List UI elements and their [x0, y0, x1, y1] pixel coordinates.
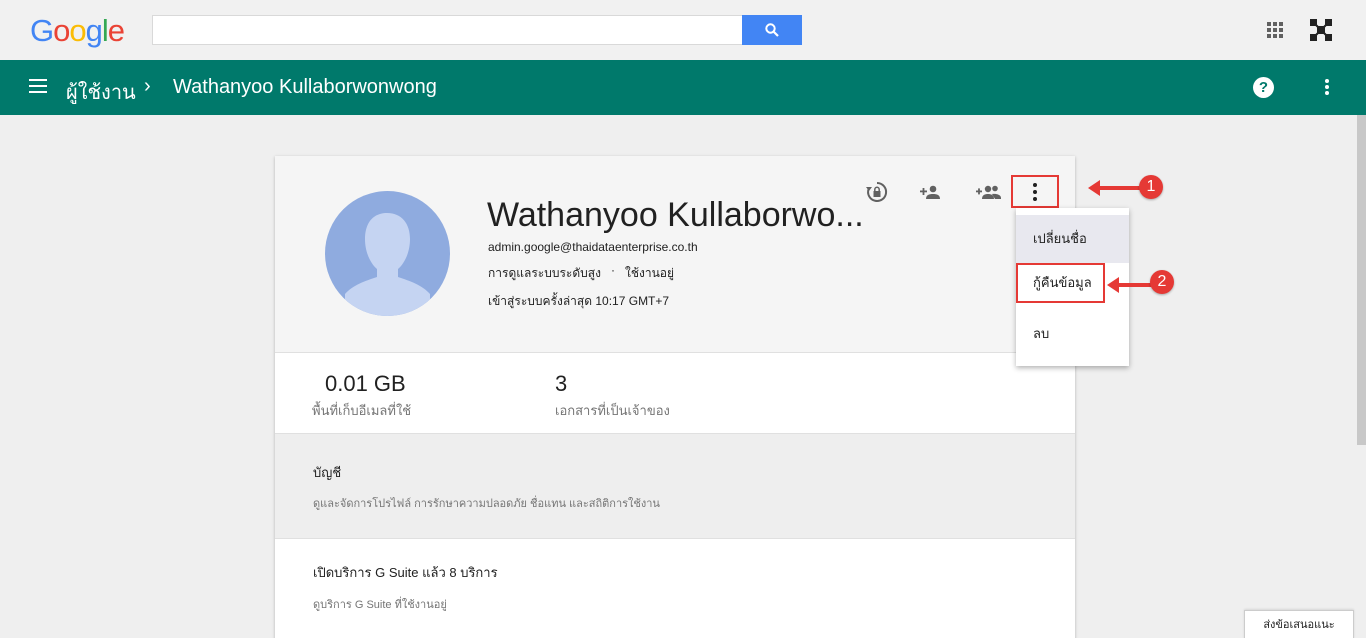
user-role[interactable]: การดูแลระบบระดับสูง [488, 264, 601, 283]
search-button[interactable] [742, 15, 802, 45]
add-to-groups-icon[interactable] [975, 180, 1003, 204]
menu-item-rename[interactable]: เปลี่ยนชื่อ [1016, 215, 1129, 263]
annotation-badge-1: 1 [1139, 175, 1163, 199]
scrollbar-thumb[interactable] [1357, 115, 1366, 445]
person-silhouette-icon [345, 213, 430, 316]
scrollbar[interactable] [1355, 115, 1366, 638]
account-section-title: บัญชี [313, 465, 342, 480]
annotation-arrow-2 [1107, 277, 1151, 293]
stat-email-storage-label: พื้นที่เก็บอีเมลที่ใช้ [312, 403, 412, 418]
add-to-group-icon[interactable] [919, 180, 943, 204]
breadcrumb-users[interactable]: ผู้ใช้งาน [66, 76, 136, 108]
logo-letter: g [85, 13, 103, 48]
google-logo[interactable]: Google [30, 13, 125, 49]
help-icon[interactable]: ? [1253, 77, 1274, 98]
annotation-badge-2: 2 [1150, 270, 1174, 294]
separator-dot: · [611, 263, 615, 277]
logo-letter: o [53, 13, 70, 48]
account-section[interactable]: บัญชี ดูและจัดการโปรไฟล์ การรักษาความปลอ… [275, 433, 1075, 538]
top-bar: Google [0, 0, 1366, 60]
search-icon [765, 23, 779, 37]
annotation-arrow-1 [1088, 180, 1140, 196]
logo-letter: G [30, 13, 54, 48]
user-status: ใช้งานอยู่ [625, 266, 675, 280]
menu-item-restore-data[interactable]: กู้คืนข้อมูล [1016, 263, 1105, 303]
search-input[interactable] [153, 16, 743, 44]
chevron-right-icon: › [144, 75, 151, 97]
gsuite-section-title: เปิดบริการ G Suite แล้ว 8 บริการ [313, 565, 498, 580]
stat-documents-value: 3 [555, 371, 568, 396]
search-box [152, 15, 802, 45]
avatar [325, 191, 450, 316]
stat-email-storage-value: 0.01 GB [325, 371, 406, 396]
more-vert-icon[interactable] [1325, 79, 1329, 95]
logo-letter: e [107, 13, 125, 48]
admin-app-bar: ผู้ใช้งาน › Wathanyoo Kullaborwonwong ? [0, 60, 1366, 115]
gsuite-services-section[interactable]: เปิดบริการ G Suite แล้ว 8 บริการ ดูบริกา… [275, 538, 1075, 633]
gsuite-section-desc: ดูบริการ G Suite ที่ใช้งานอยู่ [313, 599, 447, 611]
user-full-name: Wathanyoo Kullaborwo... [487, 196, 864, 234]
user-email: admin.google@thaidataenterprise.co.th [488, 240, 698, 254]
reset-password-icon[interactable] [865, 180, 889, 204]
organization-logo[interactable] [1308, 17, 1334, 43]
last-login: เข้าสู่ระบบครั้งล่าสุด 10:17 GMT+7 [488, 294, 670, 308]
menu-item-delete[interactable]: ลบ [1016, 310, 1129, 358]
apps-grid-icon[interactable] [1267, 22, 1283, 38]
logo-letter: o [69, 13, 86, 48]
feedback-button[interactable]: ส่งข้อเสนอแนะ [1244, 610, 1354, 638]
breadcrumb-current-user: Wathanyoo Kullaborwonwong [173, 76, 437, 98]
stat-documents-label: เอกสารที่เป็นเจ้าของ [555, 403, 670, 418]
menu-icon[interactable] [29, 79, 47, 93]
user-card: Wathanyoo Kullaborwo... admin.google@tha… [275, 156, 1075, 638]
more-options-button[interactable] [1011, 175, 1059, 208]
account-section-desc: ดูและจัดการโปรไฟล์ การรักษาความปลอดภัย ช… [313, 498, 660, 510]
user-card-header: Wathanyoo Kullaborwo... admin.google@tha… [275, 156, 1075, 353]
